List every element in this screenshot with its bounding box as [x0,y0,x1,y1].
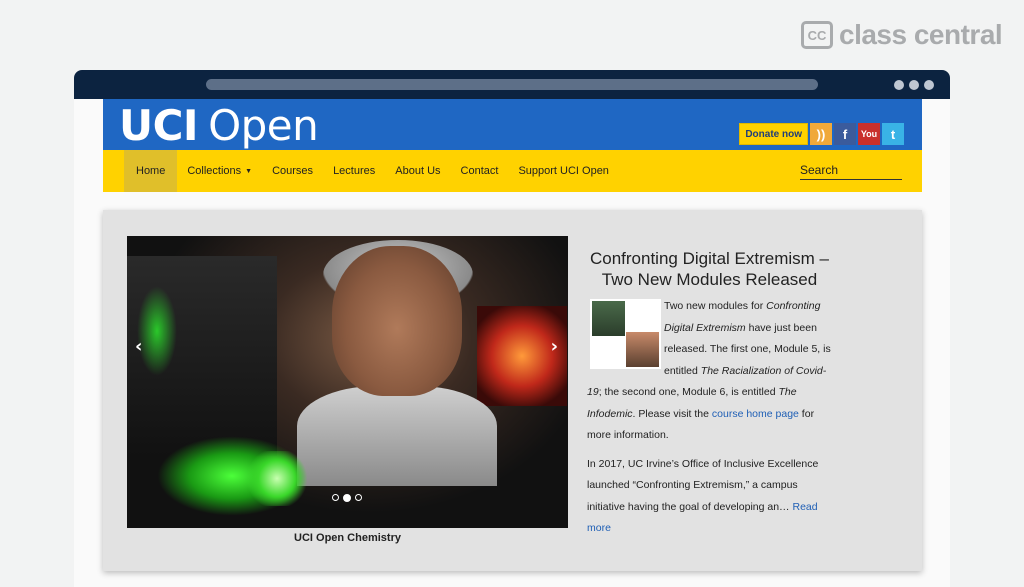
main-nav: Home Collections ▼ Courses Lectures About… [103,150,922,192]
scientist-photo [332,246,462,396]
nav-contact[interactable]: Contact [451,150,509,192]
carousel-next-icon[interactable]: › [551,336,558,357]
window-dot-icon[interactable] [924,80,934,90]
article-thumbnail [590,299,661,369]
course-home-link[interactable]: course home page [712,408,799,420]
carousel-dot[interactable] [332,494,339,501]
nav-courses[interactable]: Courses [262,150,323,192]
image-carousel[interactable]: ‹ › [127,236,568,528]
browser-toolbar [74,70,950,99]
class-central-wordmark: class central [839,19,1003,50]
site-header: UCI Open Donate now )) f You t [103,99,922,150]
cc-icon: CC [801,21,833,49]
window-controls [894,80,934,90]
carousel-caption: UCI Open Chemistry [294,532,401,544]
nav-lectures[interactable]: Lectures [323,150,385,192]
nav-about-us[interactable]: About Us [385,150,450,192]
twitter-icon[interactable]: t [882,123,904,145]
donate-button[interactable]: Donate now [739,123,808,145]
featured-card: ‹ › UCI Open Chemistry Confronting Digit… [103,210,922,571]
news-article: Confronting Digital Extremism – Two New … [587,248,832,540]
nav-collections[interactable]: Collections ▼ [177,150,262,192]
article-paragraph-2: In 2017, UC Irvine’s Office of Inclusive… [587,457,819,535]
page-viewport: UCI Open Donate now )) f You t Home Colle… [74,99,950,587]
carousel-dot[interactable] [355,494,362,501]
window-dot-icon[interactable] [894,80,904,90]
youtube-icon[interactable]: You [858,123,880,145]
nav-home[interactable]: Home [124,150,178,192]
social-links: Donate now )) f You t [739,123,904,145]
class-central-logo: CC class central [801,19,1003,51]
browser-window: UCI Open Donate now )) f You t Home Colle… [74,70,950,587]
carousel-prev-icon[interactable]: ‹ [135,336,142,357]
address-bar[interactable] [206,79,818,90]
rss-icon[interactable]: )) [810,123,832,145]
window-dot-icon[interactable] [909,80,919,90]
uci-open-logo[interactable]: UCI Open [119,101,319,150]
article-title[interactable]: Confronting Digital Extremism – Two New … [587,248,832,290]
carousel-indicators [332,494,362,502]
caret-down-icon: ▼ [245,167,253,175]
carousel-dot-active[interactable] [343,494,351,502]
nav-support[interactable]: Support UCI Open [508,150,619,192]
search-input[interactable]: Search [800,163,902,180]
facebook-icon[interactable]: f [834,123,856,145]
